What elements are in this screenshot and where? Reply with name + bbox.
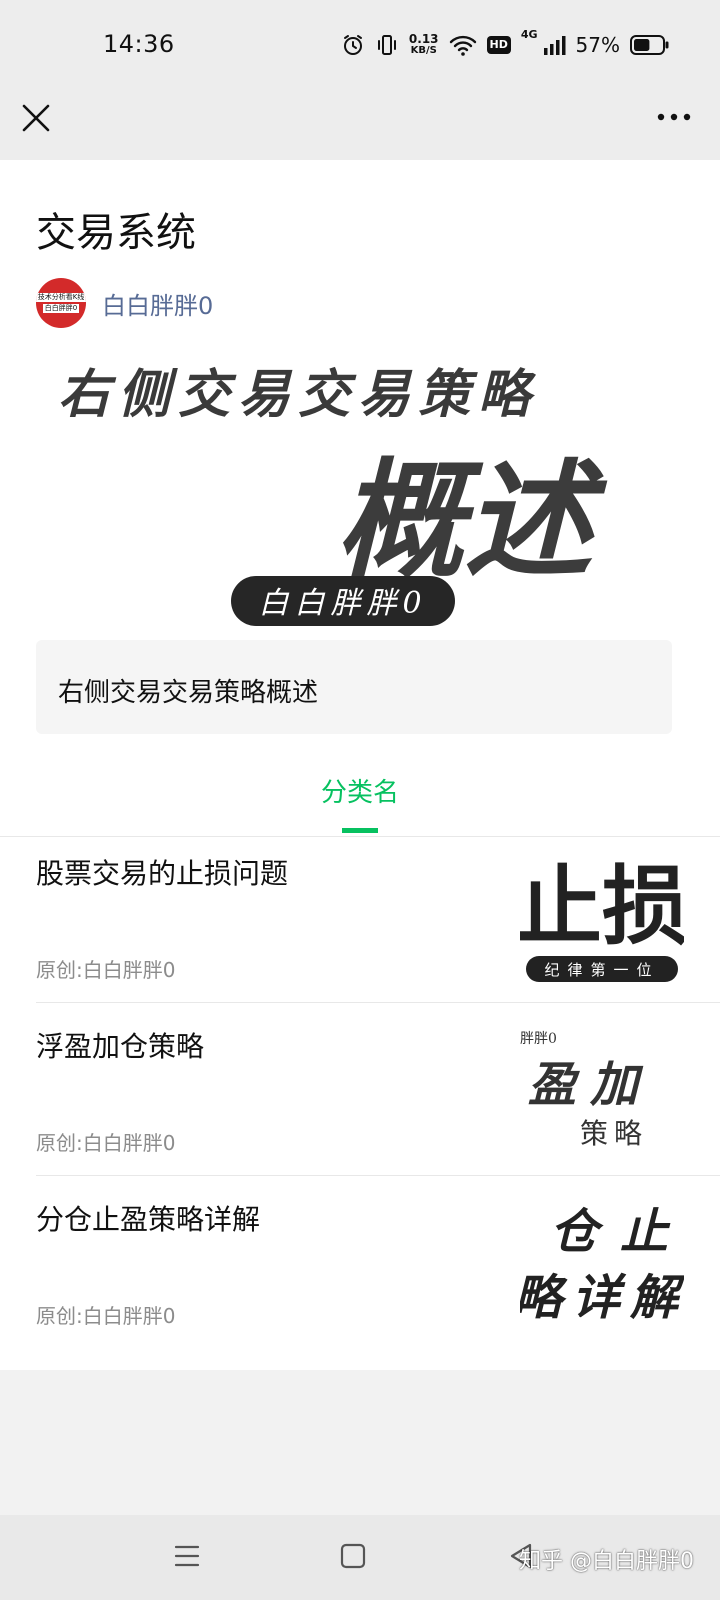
wifi-icon [449,35,476,56]
cover-big-text: 概述 [336,446,608,596]
cover-image: 右侧交易交易策略 概述 白白胖胖0 [36,350,672,640]
article-title: 股票交易的止损问题 [36,857,289,890]
status-icons: 0.13 KB/S HD 4G 57% [341,28,670,60]
tab-category-label: 分类名 [320,778,399,808]
article-meta: 原创:白白胖胖0 [36,1304,176,1328]
tab-category[interactable]: 分类名 [0,758,720,833]
article-title: 分仓止盈策略详解 [36,1203,261,1236]
thumb-small-text: 胖胖0 [520,1031,557,1047]
article-item[interactable]: 浮盈加仓策略 原创:白白胖胖0 胖胖0 盈加 策略 [0,1003,720,1176]
close-icon[interactable] [18,100,54,136]
summary-text: 右侧交易交易策略概述 [58,678,319,708]
article-meta: 原创:白白胖胖0 [36,1131,176,1155]
status-time: 14:36 [103,30,175,58]
article-thumbnail: 胖胖0 盈加 策略 [520,1023,684,1155]
article-title: 浮盈加仓策略 [36,1030,205,1063]
net-speed: 0.13 KB/S [409,33,439,57]
cover-headline: 右侧交易交易策略 [58,364,538,425]
system-nav-bar: 知乎 @白白胖胖0 [0,1515,720,1600]
thumb-caption: 纪律第一位 [544,961,659,979]
status-bar: 14:36 0.13 KB/S HD 4G 57% [0,0,720,88]
more-icon[interactable] [654,102,694,132]
article-item[interactable]: 分仓止盈策略详解 原创:白白胖胖0 仓止 略详解 [0,1176,720,1349]
avatar-line-2: 白白胖胖0 [42,304,80,313]
thumb-text: 止损 [520,856,684,957]
alarm-icon [343,35,362,55]
author-row[interactable]: 技术分析看K线 白白胖胖0 白白胖胖0 [36,278,213,328]
watermark: 知乎 @白白胖胖0 [519,1549,694,1574]
summary-box: 右侧交易交易策略概述 [36,640,672,734]
article-thumbnail: 仓止 略详解 [520,1196,684,1328]
network-type: 4G [520,28,538,41]
net-speed-unit: KB/S [410,45,437,56]
article-item[interactable]: 股票交易的止损问题 原创:白白胖胖0 止损 纪律第一位 [0,830,720,1003]
page-title: 交易系统 [36,210,196,256]
home-icon[interactable] [336,1539,370,1573]
thumb-text: 仓止 [550,1204,684,1260]
battery-icon [630,35,669,55]
cover-author-tag: 白白胖胖0 [258,586,427,621]
vibrate-icon [377,35,396,55]
avatar[interactable]: 技术分析看K线 白白胖胖0 [36,278,86,328]
collection-page: 交易系统 技术分析看K线 白白胖胖0 白白胖胖0 右侧交易交易策略 概述 白白胖… [0,160,720,1370]
thumb-caption: 略详解 [520,1270,684,1326]
article-thumbnail: 止损 纪律第一位 [520,850,684,982]
article-meta: 原创:白白胖胖0 [36,958,176,982]
screen: 14:36 0.13 KB/S HD 4G 57% 交易系统 技术分析看K线 白… [0,0,720,1600]
hd-badge: HD [486,36,511,54]
signal-icon [543,36,566,55]
thumb-text: 盈加 [528,1057,652,1113]
nav-bar [0,88,720,160]
net-speed-value: 0.13 [408,32,439,46]
battery-percent: 57% [575,33,620,57]
page-background [0,1370,720,1515]
menu-icon[interactable] [170,1539,204,1573]
avatar-line-1: 技术分析看K线 [36,293,86,302]
author-name[interactable]: 白白胖胖0 [102,286,213,321]
thumb-caption: 策略 [580,1117,648,1150]
